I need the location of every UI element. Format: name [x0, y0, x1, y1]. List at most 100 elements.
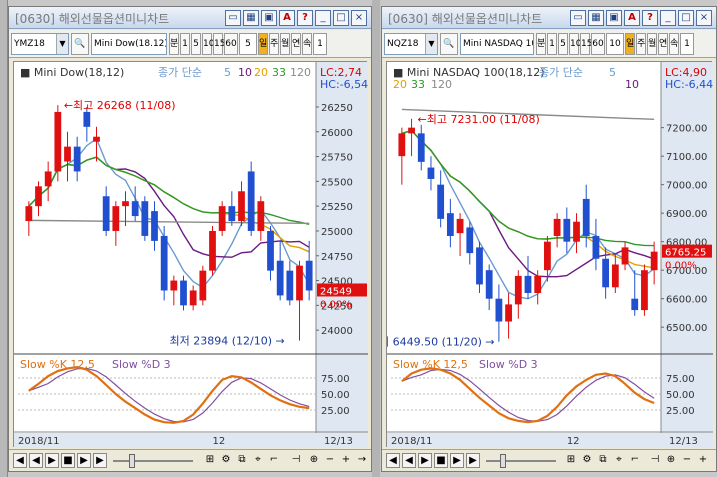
candle-body[interactable] — [238, 191, 245, 222]
candle-body[interactable] — [456, 218, 464, 234]
crosshair-icon[interactable]: ⌖ — [251, 453, 265, 468]
period-button-5[interactable]: 60 — [224, 33, 238, 55]
period-button-0[interactable]: 분 — [169, 33, 179, 55]
arrow-right-icon[interactable]: → — [355, 453, 369, 468]
help-icon[interactable]: ? — [642, 10, 658, 26]
period-button-1[interactable]: 1 — [180, 33, 190, 55]
zoom-icon[interactable]: ⊕ — [307, 453, 321, 468]
chart-svg[interactable]: ■ Mini NASDAQ 100(18,12)종가 단순 51020 33 120L… — [369, 62, 713, 448]
chart-svg[interactable]: ■ Mini Dow(18,12) 종가 단순 5 10 20 33 120 LC:2,74H… — [14, 62, 368, 448]
candle-body[interactable] — [83, 111, 91, 127]
period-button-1[interactable]: 1 — [547, 33, 557, 55]
candle-body[interactable] — [582, 198, 590, 236]
search-icon[interactable]: 🔍 — [71, 33, 89, 55]
candle-body[interactable] — [296, 265, 303, 301]
candle-body[interactable] — [524, 275, 532, 293]
candle-body[interactable] — [170, 280, 178, 291]
title-bar[interactable]: [0630] 해외선물옵션미니차트 ▭ ▦ ▣ A ? _ □ × — [9, 7, 371, 29]
move-icon[interactable]: ⊣ — [289, 453, 303, 468]
candle-body[interactable] — [476, 247, 483, 285]
candle-body[interactable] — [602, 258, 610, 288]
slider-thumb[interactable] — [129, 454, 135, 468]
grid-icon[interactable]: ▦ — [588, 10, 604, 26]
view-button-0[interactable]: 일 — [258, 33, 268, 55]
restore-icon[interactable]: ▭ — [570, 10, 586, 26]
view-button-4[interactable]: 속 — [302, 33, 312, 55]
candle-body[interactable] — [495, 298, 503, 322]
candle-body[interactable] — [44, 171, 52, 187]
stop-icon[interactable]: ■ — [61, 453, 75, 468]
candle-body[interactable] — [485, 270, 493, 299]
candle-body[interactable] — [437, 184, 445, 219]
minimize-icon[interactable]: _ — [660, 10, 676, 26]
candle-body[interactable] — [160, 235, 168, 291]
copy-icon[interactable]: ⧉ — [235, 453, 249, 468]
scroll-left-icon[interactable]: ◀ — [386, 453, 400, 468]
period-button-5[interactable]: 60 — [591, 33, 605, 55]
candle-body[interactable] — [398, 133, 406, 157]
close-icon[interactable]: × — [696, 10, 712, 26]
candle-body[interactable] — [112, 206, 120, 231]
candle-body[interactable] — [102, 196, 110, 231]
candle-body[interactable] — [427, 167, 435, 179]
candle-body[interactable] — [209, 230, 216, 271]
candle-body[interactable] — [621, 247, 629, 265]
candle-body[interactable] — [611, 264, 619, 288]
view-button-1[interactable]: 주 — [269, 33, 279, 55]
image-icon[interactable]: ▣ — [606, 10, 622, 26]
grid-icon[interactable]: ▦ — [243, 10, 259, 26]
candle-body[interactable] — [25, 206, 33, 222]
period-button-2[interactable]: 5 — [558, 33, 568, 55]
step-back-icon[interactable]: ◀ — [402, 453, 416, 468]
candle-body[interactable] — [199, 270, 207, 301]
candle-body[interactable] — [505, 304, 512, 322]
window-divider[interactable] — [372, 0, 380, 477]
fit-icon[interactable]: ⊞ — [203, 453, 217, 468]
period-button-4[interactable]: 15 — [580, 33, 592, 55]
symbol-combo[interactable]: YMZ18 ▼ — [11, 33, 69, 55]
candle-body[interactable] — [631, 298, 639, 311]
view-button-4[interactable]: 속 — [669, 33, 679, 55]
candle-body[interactable] — [267, 230, 274, 271]
candle-body[interactable] — [641, 270, 648, 311]
candle-body[interactable] — [534, 275, 542, 293]
candle-body[interactable] — [35, 186, 42, 207]
count-combo[interactable]: 10 — [606, 33, 624, 55]
view-button-3[interactable]: 연 — [291, 33, 301, 55]
chart-area[interactable]: ■ Mini NASDAQ 100(18,12) 종가 단순 5 10 20 33 120 L… — [369, 61, 713, 448]
draw-icon[interactable]: ⌐ — [267, 453, 281, 468]
candle-body[interactable] — [544, 241, 551, 271]
chart-area[interactable]: ■ Mini Dow(18,12) 종가 단순 5 10 20 33 120 LC:2,74 H… — [13, 61, 368, 448]
symbol-name-field[interactable]: Mini Dow(18.12) — [91, 33, 167, 55]
candle-body[interactable] — [553, 218, 561, 236]
stop-icon[interactable]: ■ — [434, 453, 448, 468]
settings-icon[interactable]: ⚙ — [219, 453, 233, 468]
restore-icon[interactable]: ▭ — [225, 10, 241, 26]
view-button-1[interactable]: 주 — [636, 33, 646, 55]
count-combo[interactable]: 5 — [239, 33, 257, 55]
candle-body[interactable] — [180, 280, 187, 306]
help-icon[interactable]: ? — [297, 10, 313, 26]
candle-body[interactable] — [93, 136, 100, 142]
symbol-name-field[interactable]: Mini NASDAQ 100(18.12) — [460, 33, 534, 55]
candle-body[interactable] — [446, 213, 454, 236]
copy-icon[interactable]: ⧉ — [596, 453, 610, 468]
num-field[interactable]: 1 — [313, 33, 327, 55]
candle-body[interactable] — [189, 290, 197, 306]
candle-body[interactable] — [151, 211, 158, 241]
period-button-3[interactable]: 10 — [202, 33, 214, 55]
symbol-combo[interactable]: NQZ18 ▼ — [384, 33, 438, 55]
chevron-down-icon[interactable]: ▼ — [56, 34, 68, 54]
view-button-2[interactable]: 월 — [280, 33, 290, 55]
step-back-icon[interactable]: ◀ — [29, 453, 43, 468]
view-button-3[interactable]: 연 — [658, 33, 668, 55]
maximize-icon[interactable]: □ — [678, 10, 694, 26]
candle-body[interactable] — [563, 218, 571, 242]
zoom-out-icon[interactable]: − — [680, 453, 694, 468]
num-field[interactable]: 1 — [680, 33, 694, 55]
candle-body[interactable] — [122, 201, 129, 207]
fit-icon[interactable]: ⊞ — [564, 453, 578, 468]
candle-body[interactable] — [73, 146, 81, 172]
candle-body[interactable] — [276, 260, 284, 296]
candle-body[interactable] — [650, 251, 658, 271]
